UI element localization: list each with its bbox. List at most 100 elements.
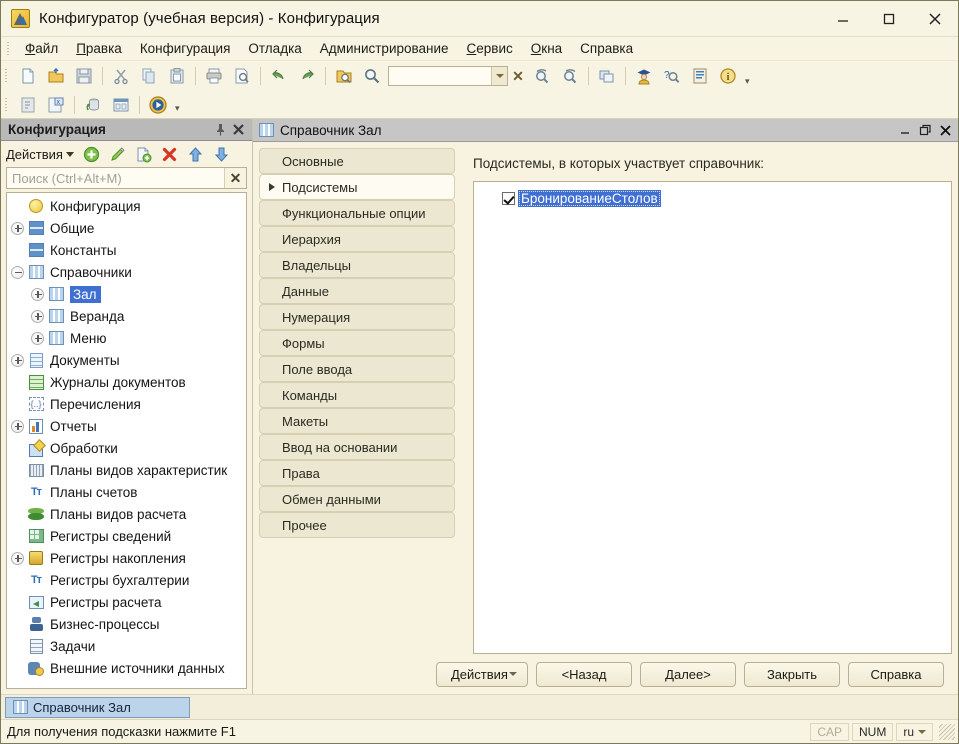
close-panel-icon[interactable] bbox=[228, 121, 248, 139]
syntax-assistant-icon[interactable] bbox=[686, 63, 714, 89]
chevron-down-icon[interactable] bbox=[66, 152, 74, 157]
menu-debug[interactable]: Отладка bbox=[239, 39, 310, 58]
expand-plus-icon[interactable] bbox=[30, 309, 45, 324]
close-button[interactable]: Закрыть bbox=[744, 662, 840, 687]
print-preview-icon[interactable] bbox=[228, 63, 256, 89]
expand-plus-icon[interactable] bbox=[30, 287, 45, 302]
tab-данные[interactable]: Данные bbox=[259, 278, 455, 304]
search-box[interactable]: ✕ bbox=[6, 167, 247, 189]
config-check-icon[interactable]: x bbox=[42, 92, 70, 118]
find-next-icon[interactable] bbox=[556, 63, 584, 89]
actions-button[interactable]: Действия bbox=[436, 662, 528, 687]
subsystems-listbox[interactable]: БронированиеСтолов bbox=[473, 181, 952, 654]
resize-grip-icon[interactable] bbox=[939, 724, 955, 740]
tree-item-15[interactable]: Регистры сведений bbox=[7, 525, 246, 547]
close-button[interactable] bbox=[912, 1, 958, 36]
interface-icon[interactable] bbox=[107, 92, 135, 118]
tree-item-11[interactable]: Обработки bbox=[7, 437, 246, 459]
menu-configuration[interactable]: Конфигурация bbox=[131, 39, 240, 58]
back-button[interactable]: <Назад bbox=[536, 662, 632, 687]
mdi-restore-button[interactable] bbox=[915, 120, 935, 140]
tab-макеты[interactable]: Макеты bbox=[259, 408, 455, 434]
maximize-button[interactable] bbox=[866, 1, 912, 36]
start-debug-icon[interactable] bbox=[144, 92, 172, 118]
tree-item-9[interactable]: {..}Перечисления bbox=[7, 393, 246, 415]
delete-icon[interactable] bbox=[157, 142, 183, 166]
menu-administration[interactable]: Администрирование bbox=[311, 39, 458, 58]
collapse-minus-icon[interactable] bbox=[10, 265, 25, 280]
about-info-icon[interactable]: i bbox=[714, 63, 742, 89]
help-search-icon[interactable]: ? bbox=[658, 63, 686, 89]
copy-icon[interactable] bbox=[135, 63, 163, 89]
tree-item-8[interactable]: Журналы документов bbox=[7, 371, 246, 393]
database-update-icon[interactable] bbox=[79, 92, 107, 118]
expand-plus-icon[interactable] bbox=[30, 331, 45, 346]
subsystem-label[interactable]: БронированиеСтолов bbox=[518, 190, 661, 207]
find-previous-icon[interactable] bbox=[528, 63, 556, 89]
tab-формы[interactable]: Формы bbox=[259, 330, 455, 356]
clear-search-icon[interactable]: ✕ bbox=[508, 65, 528, 87]
toolbar-overflow-icon[interactable]: ▾ bbox=[175, 103, 180, 114]
tree-item-16[interactable]: Регистры накопления bbox=[7, 547, 246, 569]
configuration-tree[interactable]: КонфигурацияОбщиеКонстантыСправочникиЗал… bbox=[6, 192, 247, 689]
tab-ввод-на-основании[interactable]: Ввод на основании bbox=[259, 434, 455, 460]
tab-подсистемы[interactable]: Подсистемы bbox=[259, 174, 455, 200]
menu-service[interactable]: Сервис bbox=[458, 39, 522, 58]
open-folder-icon[interactable] bbox=[42, 63, 70, 89]
actions-menu-label[interactable]: Действия bbox=[6, 147, 63, 162]
tree-item-20[interactable]: Задачи bbox=[7, 635, 246, 657]
expand-plus-icon[interactable] bbox=[10, 551, 25, 566]
mdi-close-button[interactable] bbox=[935, 120, 955, 140]
tree-item-7[interactable]: Документы bbox=[7, 349, 246, 371]
copy-add-icon[interactable] bbox=[131, 142, 157, 166]
search-magnifier-icon[interactable] bbox=[358, 63, 386, 89]
edit-pencil-icon[interactable] bbox=[105, 142, 131, 166]
tab-обмен-данными[interactable]: Обмен данными bbox=[259, 486, 455, 512]
window-tab-catalog-zal[interactable]: Справочник Зал bbox=[5, 697, 190, 718]
redo-arrow-icon[interactable] bbox=[293, 63, 321, 89]
tree-item-3[interactable]: Справочники bbox=[7, 261, 246, 283]
expand-plus-icon[interactable] bbox=[10, 221, 25, 236]
paste-clipboard-icon[interactable] bbox=[163, 63, 191, 89]
toolbar-overflow-icon[interactable]: ▾ bbox=[745, 76, 750, 87]
tree-item-14[interactable]: Планы видов расчета bbox=[7, 503, 246, 525]
tab-иерархия[interactable]: Иерархия bbox=[259, 226, 455, 252]
subsystem-row[interactable]: БронированиеСтолов bbox=[478, 188, 947, 208]
menu-edit[interactable]: Правка bbox=[67, 39, 131, 58]
subsystem-checkbox[interactable] bbox=[502, 192, 515, 205]
mdi-minimize-button[interactable] bbox=[895, 120, 915, 140]
tree-item-18[interactable]: Регистры расчета bbox=[7, 591, 246, 613]
tab-права[interactable]: Права bbox=[259, 460, 455, 486]
move-down-icon[interactable] bbox=[209, 142, 235, 166]
search-combo[interactable] bbox=[388, 66, 508, 86]
save-icon[interactable] bbox=[70, 63, 98, 89]
expand-plus-icon[interactable] bbox=[10, 353, 25, 368]
property-tab-list[interactable]: ОсновныеПодсистемыФункциональные опцииИе… bbox=[259, 148, 455, 694]
tab-команды[interactable]: Команды bbox=[259, 382, 455, 408]
menu-windows[interactable]: Окна bbox=[522, 39, 571, 58]
tree-item-12[interactable]: Планы видов характеристик bbox=[7, 459, 246, 481]
user-graduate-icon[interactable] bbox=[630, 63, 658, 89]
print-icon[interactable] bbox=[200, 63, 228, 89]
chevron-down-icon[interactable] bbox=[918, 730, 926, 734]
next-button[interactable]: Далее> bbox=[640, 662, 736, 687]
pin-icon[interactable] bbox=[212, 122, 228, 138]
menu-file[interactable]: Файл bbox=[16, 39, 67, 58]
tab-поле-ввода[interactable]: Поле ввода bbox=[259, 356, 455, 382]
tab-прочее[interactable]: Прочее bbox=[259, 512, 455, 538]
tree-item-10[interactable]: Отчеты bbox=[7, 415, 246, 437]
cut-scissors-icon[interactable] bbox=[107, 63, 135, 89]
chevron-down-icon[interactable] bbox=[491, 67, 507, 85]
tree-item-17[interactable]: TтРегистры бухгалтерии bbox=[7, 569, 246, 591]
clear-search-icon[interactable]: ✕ bbox=[224, 168, 246, 188]
find-in-folder-icon[interactable] bbox=[330, 63, 358, 89]
move-up-icon[interactable] bbox=[183, 142, 209, 166]
menu-help[interactable]: Справка bbox=[571, 39, 642, 58]
tab-функциональные-опции[interactable]: Функциональные опции bbox=[259, 200, 455, 226]
expand-plus-icon[interactable] bbox=[10, 419, 25, 434]
chevron-down-icon[interactable] bbox=[509, 672, 517, 676]
status-language[interactable]: ru bbox=[896, 723, 933, 741]
search-input[interactable] bbox=[7, 168, 224, 188]
tab-основные[interactable]: Основные bbox=[259, 148, 455, 174]
tree-item-21[interactable]: Внешние источники данных bbox=[7, 657, 246, 679]
